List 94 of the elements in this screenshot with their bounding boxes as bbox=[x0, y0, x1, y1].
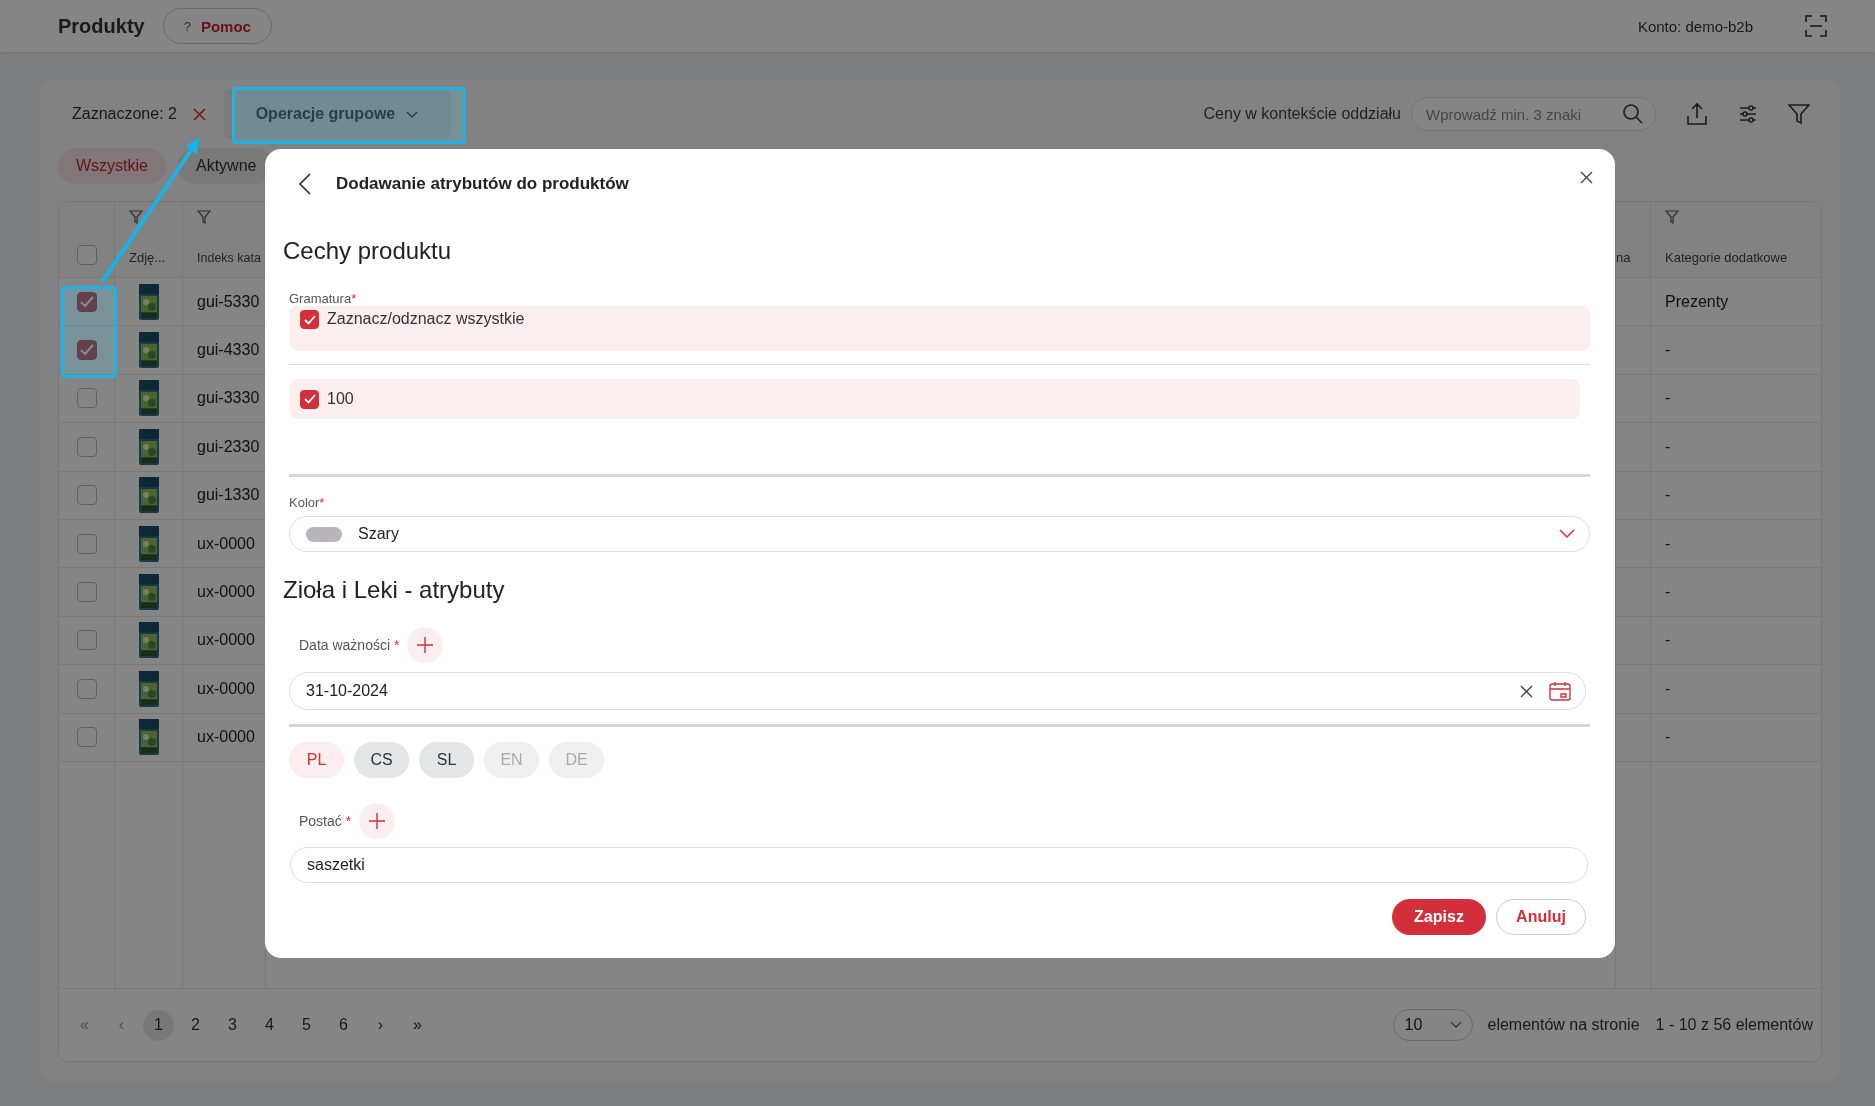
page-button[interactable]: 6 bbox=[328, 1009, 359, 1041]
table-cell: - bbox=[1665, 486, 1671, 505]
column-header: Kategorie dodatkowe bbox=[1665, 250, 1788, 265]
range-label: 1 - 10 z 56 elementów bbox=[1655, 1016, 1813, 1034]
selected-count: Zaznaczone: 2 bbox=[72, 105, 177, 123]
close-icon[interactable] bbox=[1580, 170, 1593, 184]
dialog-title: Dodawanie atrybutów do produktów bbox=[336, 174, 629, 194]
color-swatch-icon bbox=[306, 526, 342, 542]
filter-icon[interactable] bbox=[1788, 103, 1810, 125]
table-cell: ux-0000 bbox=[197, 583, 255, 602]
row-checkbox[interactable] bbox=[76, 340, 97, 361]
row-checkbox[interactable] bbox=[76, 630, 97, 651]
table-cell: gui-1330 bbox=[197, 486, 260, 505]
table-cell: ux-0000 bbox=[197, 534, 255, 553]
table-cell: gui-4330 bbox=[197, 341, 260, 360]
bulk-operations-button[interactable]: Operacje grupowe bbox=[223, 89, 451, 139]
cancel-button[interactable]: Anuluj bbox=[1496, 899, 1586, 935]
clear-icon[interactable] bbox=[1520, 684, 1533, 698]
table-cell: gui-3330 bbox=[197, 389, 260, 408]
table-cell: - bbox=[1665, 534, 1671, 553]
row-checkbox[interactable] bbox=[76, 291, 97, 312]
checkbox[interactable] bbox=[300, 310, 319, 329]
filter-icon[interactable] bbox=[129, 210, 143, 224]
option-row[interactable]: 100 bbox=[290, 379, 1580, 419]
per-page-label: elementów na stronie bbox=[1487, 1016, 1640, 1034]
page-button[interactable]: 5 bbox=[291, 1009, 322, 1041]
chevron-down-icon bbox=[1450, 1021, 1463, 1029]
add-button[interactable] bbox=[359, 803, 396, 839]
chevron-down-icon[interactable] bbox=[1559, 529, 1575, 539]
section-heading: Cechy produktu bbox=[283, 237, 453, 266]
table-cell: - bbox=[1665, 728, 1671, 747]
table-cell: Prezenty bbox=[1665, 292, 1729, 311]
filter-tab[interactable]: Wszystkie bbox=[58, 148, 166, 184]
plus-icon bbox=[368, 812, 387, 830]
filter-icon[interactable] bbox=[1665, 210, 1679, 224]
page-button[interactable]: 3 bbox=[217, 1009, 248, 1041]
check-icon bbox=[303, 314, 316, 325]
account-label: Konto: demo-b2b bbox=[1637, 17, 1753, 35]
row-checkbox[interactable] bbox=[76, 582, 97, 603]
filter-icon[interactable] bbox=[197, 210, 211, 224]
table-cell: - bbox=[1665, 583, 1671, 602]
table-cell: ux-0000 bbox=[197, 728, 255, 747]
select-all-checkbox[interactable] bbox=[76, 245, 97, 265]
price-context-label: Ceny w kontekście oddziału bbox=[1203, 105, 1401, 123]
column-header: Indeks kata bbox=[197, 251, 261, 265]
search-icon[interactable] bbox=[1622, 103, 1644, 125]
search-field[interactable]: Wprowadź min. 3 znaki bbox=[1411, 97, 1656, 131]
column-header: na bbox=[1616, 250, 1631, 265]
back-icon[interactable] bbox=[298, 173, 312, 195]
plus-icon bbox=[416, 636, 435, 654]
column-header: Zdję... bbox=[129, 250, 166, 265]
table-cell: ux-0000 bbox=[197, 679, 255, 698]
clear-selection-icon[interactable] bbox=[192, 107, 206, 121]
help-button[interactable]: ? Pomoc bbox=[162, 8, 272, 44]
table-cell: gui-5330 bbox=[197, 292, 260, 311]
language-tab[interactable]: SL bbox=[419, 742, 474, 778]
fullscreen-icon[interactable] bbox=[1805, 15, 1827, 37]
save-button[interactable]: Zapisz bbox=[1392, 899, 1486, 935]
option-label: Zaznacz/odznacz wszystkie bbox=[327, 310, 525, 328]
chevron-down-icon bbox=[405, 109, 420, 119]
page-title: Produkty bbox=[58, 14, 145, 38]
row-checkbox[interactable] bbox=[76, 533, 97, 554]
sliders-icon[interactable] bbox=[1738, 104, 1758, 124]
page-button[interactable]: 2 bbox=[180, 1009, 211, 1041]
field-label: Kolor* bbox=[289, 495, 326, 510]
page-button[interactable]: 1 bbox=[143, 1009, 174, 1041]
export-icon[interactable] bbox=[1686, 102, 1708, 126]
option-row[interactable]: Zaznacz/odznacz wszystkie bbox=[290, 306, 1590, 351]
language-tab[interactable]: PL bbox=[289, 742, 344, 778]
row-checkbox[interactable] bbox=[76, 678, 97, 699]
table-cell: - bbox=[1665, 389, 1671, 408]
next-page-button[interactable]: › bbox=[365, 1009, 396, 1041]
check-icon bbox=[303, 394, 316, 404]
section-heading: Zioła i Leki - atrybuty bbox=[283, 576, 506, 605]
field-label: Gramatura* bbox=[289, 291, 358, 306]
table-cell: gui-2330 bbox=[197, 437, 260, 456]
add-button[interactable] bbox=[407, 627, 444, 663]
option-label: 100 bbox=[327, 390, 354, 408]
language-tab[interactable]: CS bbox=[354, 742, 409, 778]
row-checkbox[interactable] bbox=[76, 436, 97, 457]
page-button[interactable]: 4 bbox=[254, 1009, 285, 1041]
calendar-icon[interactable] bbox=[1549, 681, 1571, 701]
last-page-button[interactable]: » bbox=[402, 1009, 433, 1041]
checkbox[interactable] bbox=[300, 389, 319, 409]
row-checkbox[interactable] bbox=[76, 727, 97, 748]
table-cell: - bbox=[1665, 679, 1671, 698]
row-checkbox[interactable] bbox=[76, 485, 97, 506]
table-cell: - bbox=[1665, 631, 1671, 650]
field-label: Postać * bbox=[299, 813, 352, 829]
table-cell: ux-0000 bbox=[197, 631, 255, 650]
table-cell: - bbox=[1665, 437, 1671, 456]
field-label: Data ważności * bbox=[299, 637, 400, 653]
row-checkbox[interactable] bbox=[76, 388, 97, 409]
table-cell: - bbox=[1665, 341, 1671, 360]
